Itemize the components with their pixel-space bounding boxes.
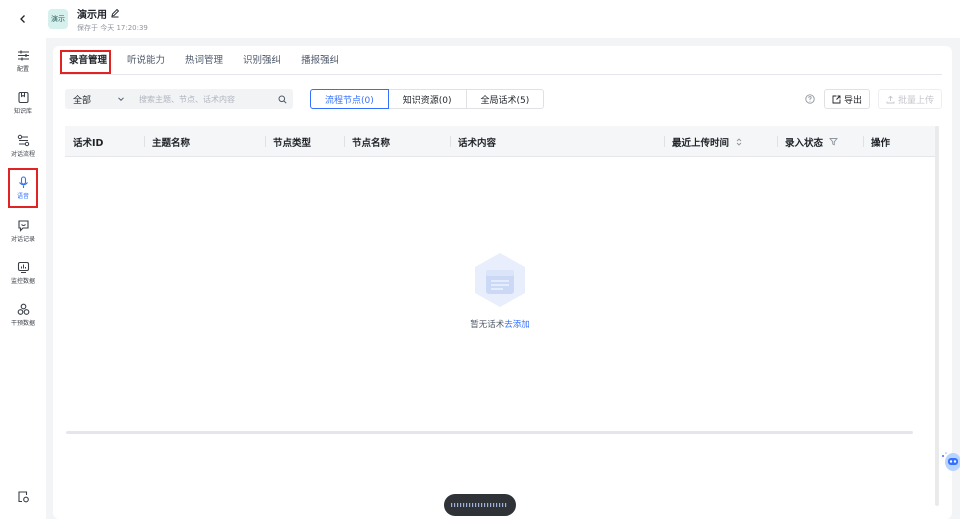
toolbar: 全部 搜索主题、节点、话术内容 流程节点(0) 知识资源(0) 全局话术(5) (65, 89, 545, 109)
tab-highlight-box (60, 50, 111, 74)
batch-upload-label: 批量上传 (897, 95, 934, 106)
title-block: 演示用 保存于 今天 17:20:39 (77, 6, 148, 33)
settings-doc-icon (17, 490, 29, 502)
sort-icon[interactable] (735, 137, 743, 147)
search-icon[interactable] (278, 95, 287, 104)
segment-flow-nodes[interactable]: 流程节点(0) (310, 89, 389, 109)
tab-broadcast-correction[interactable]: 播报强纠 (291, 52, 349, 74)
filter-icon[interactable] (829, 137, 838, 146)
sound-wave-icon (451, 503, 507, 507)
sidebar-item-label: 配置 (16, 66, 29, 73)
sliders-icon (17, 50, 29, 61)
robot-mascot-icon (942, 452, 960, 471)
search-input[interactable]: 搜索主题、节点、话术内容 (131, 89, 293, 109)
sidebar-item-voice[interactable]: 语音 (8, 168, 38, 208)
filter-group: 全部 搜索主题、节点、话术内容 (65, 89, 293, 109)
app-badge: 演示 (48, 9, 68, 29)
column-header-script-content: 话术内容 (450, 126, 496, 157)
sidebar-item-intervene[interactable]: 干预数据 (5, 296, 41, 334)
add-script-link[interactable]: 去添加 (504, 320, 530, 330)
help-circle-icon (805, 94, 815, 104)
voice-wave-pill[interactable] (444, 494, 516, 516)
settings-doc-button[interactable] (14, 487, 32, 505)
column-header-node-name: 节点名称 (344, 126, 390, 157)
empty-document-icon (475, 253, 525, 307)
empty-state: 暂无话术去添加 (440, 250, 560, 330)
segment-global-scripts[interactable]: 全局话术(5) (465, 89, 545, 109)
back-button[interactable] (0, 0, 46, 38)
column-header-actions: 操作 (863, 126, 890, 157)
segmented-control: 流程节点(0) 知识资源(0) 全局话术(5) (310, 89, 545, 109)
circles-icon (17, 303, 29, 315)
sidebar-item-label: 干预数据 (10, 320, 35, 327)
sidebar-item-flow[interactable]: 对话流程 (5, 127, 41, 165)
help-button[interactable] (804, 93, 816, 105)
main-panel: 录音管理 听说能力 热词管理 识别强纠 播报强纠 全部 搜索主题、节点、话术内容… (53, 46, 952, 519)
column-header-last-upload[interactable]: 最近上传时间 (664, 126, 743, 157)
monitor-chart-icon (17, 261, 29, 273)
right-toolbar: 导出 批量上传 (804, 89, 942, 109)
sidebar-item-label: 语音 (16, 193, 29, 200)
chevron-left-icon (20, 15, 25, 23)
saved-timestamp: 保存于 今天 17:20:39 (77, 23, 148, 32)
segment-knowledge-resources[interactable]: 知识资源(0) (387, 89, 467, 109)
tab-recognition-correction[interactable]: 识别强纠 (233, 52, 291, 74)
vertical-scrollbar[interactable] (935, 126, 939, 506)
tabs-divider (59, 74, 942, 75)
flow-icon (17, 134, 29, 147)
chat-icon (17, 220, 29, 232)
assistant-mascot[interactable] (940, 446, 960, 474)
tab-hotwords[interactable]: 热词管理 (175, 52, 233, 74)
column-header-status[interactable]: 录入状态 (777, 126, 838, 157)
sidebar-item-label: 监控数据 (10, 278, 35, 285)
select-value: 全部 (73, 95, 92, 106)
tab-listen-speak[interactable]: 听说能力 (117, 52, 175, 74)
pencil-icon[interactable] (110, 8, 120, 18)
sidebar: 配置 知识库 对话流程 语音 对话记录 监控数据 干预数据 (0, 38, 46, 519)
sidebar-item-label: 知识库 (13, 108, 32, 115)
top-header: 演示 演示用 保存于 今天 17:20:39 (0, 0, 960, 38)
sidebar-item-label: 对话记录 (10, 236, 35, 243)
sidebar-item-label: 对话流程 (10, 151, 35, 158)
export-label: 导出 (843, 95, 862, 106)
upload-icon (886, 95, 895, 103)
book-icon (17, 91, 29, 104)
empty-text: 暂无话术 (470, 320, 505, 330)
export-button[interactable]: 导出 (823, 89, 870, 109)
column-header-node-type: 节点类型 (265, 126, 311, 157)
search-placeholder: 搜索主题、节点、话术内容 (139, 94, 235, 104)
sidebar-item-monitor[interactable]: 监控数据 (5, 254, 41, 292)
export-icon (832, 95, 841, 103)
column-header-script-id: 话术ID (73, 137, 104, 149)
chevron-down-icon (118, 97, 124, 102)
empty-message: 暂无话术去添加 (470, 318, 530, 330)
microphone-icon (18, 176, 28, 188)
batch-upload-button[interactable]: 批量上传 (877, 89, 942, 109)
horizontal-scrollbar[interactable] (66, 431, 913, 434)
app-title: 演示用 (77, 9, 107, 21)
table-header: 话术ID 主题名称 节点类型 节点名称 话术内容 最近上传时间 录入状态 操作 (65, 126, 939, 157)
sidebar-item-records[interactable]: 对话记录 (5, 212, 41, 250)
sidebar-item-knowledge[interactable]: 知识库 (5, 84, 41, 122)
column-header-topic-name: 主题名称 (144, 126, 190, 157)
sidebar-item-config[interactable]: 配置 (5, 42, 41, 80)
category-select[interactable]: 全部 (65, 89, 131, 109)
